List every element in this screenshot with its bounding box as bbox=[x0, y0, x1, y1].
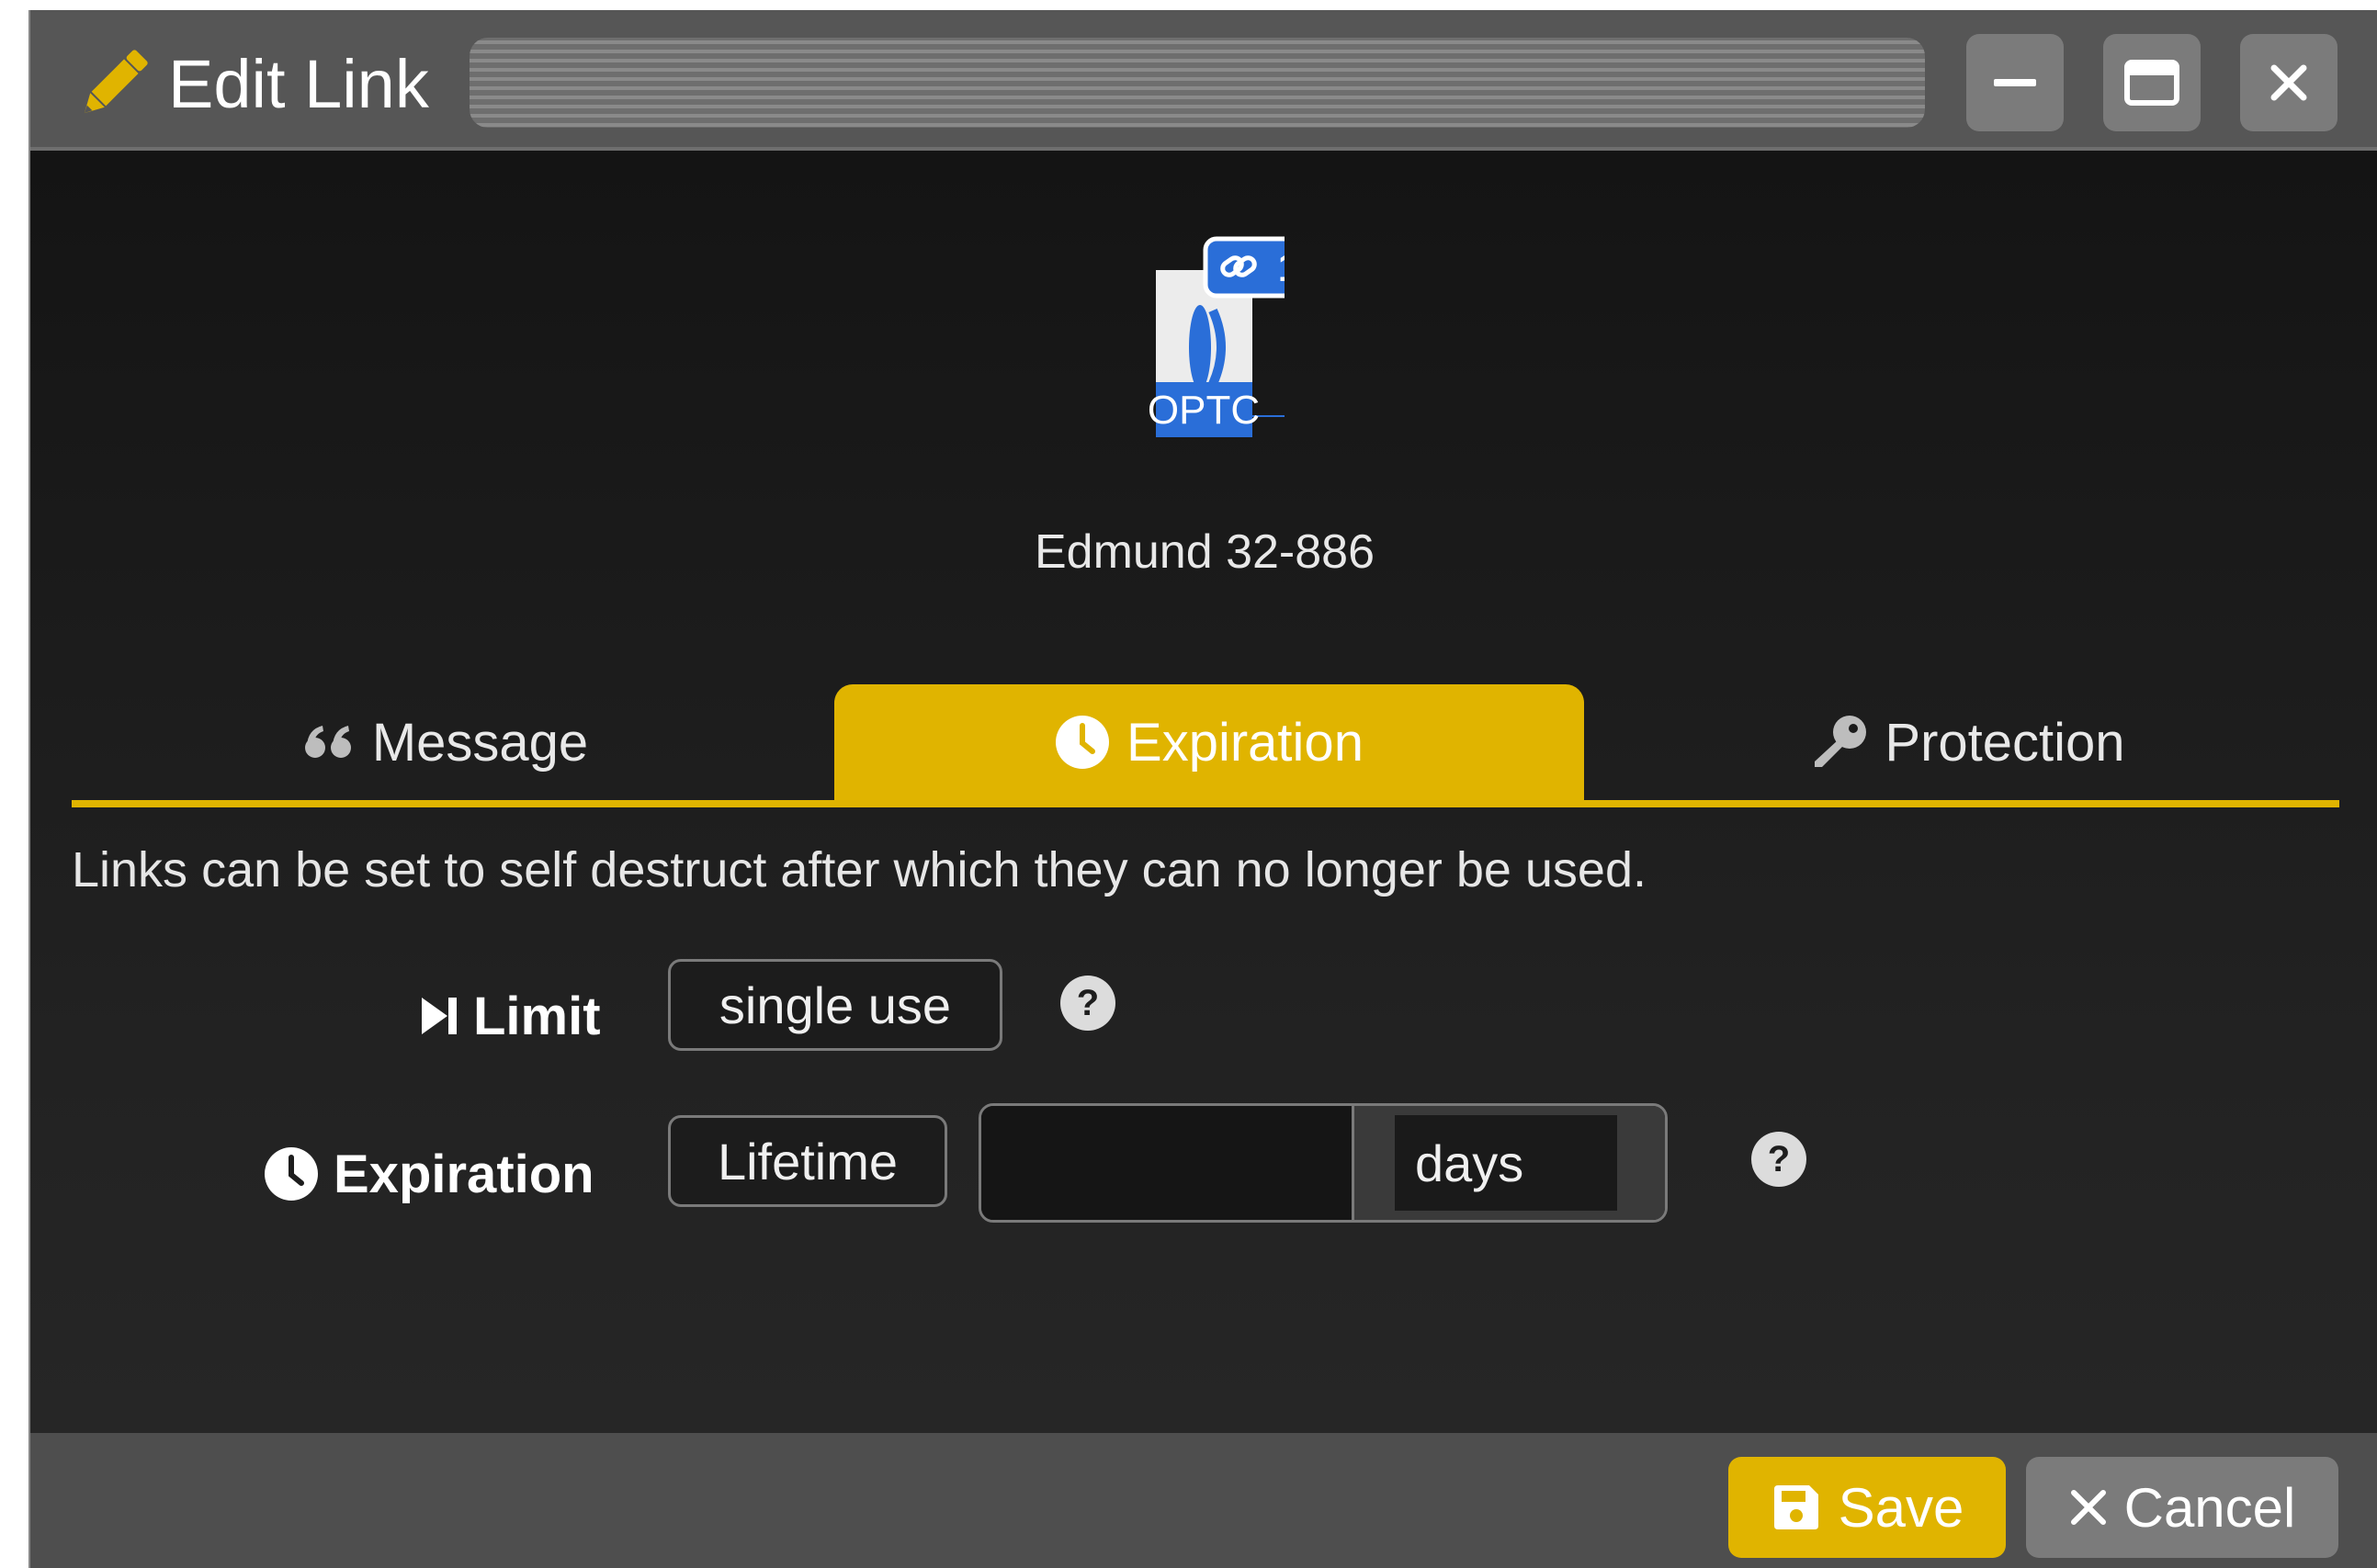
clock-icon bbox=[1056, 716, 1110, 769]
title-drag-handle[interactable] bbox=[470, 38, 1925, 128]
limit-label-text: Limit bbox=[473, 986, 601, 1046]
tab-protection-label: Protection bbox=[1885, 712, 2125, 773]
edit-link-dialog: Edit Link OPTC Edmund 32-886 Message Exp… bbox=[28, 10, 2377, 1568]
expiration-amount-group: days bbox=[979, 1103, 1668, 1223]
quote-icon bbox=[304, 726, 351, 758]
save-button-label: Save bbox=[1838, 1476, 1964, 1539]
dialog-content: OPTC 1 Edmund 32-886 Message bbox=[30, 151, 2377, 1433]
expiration-label: Expiration bbox=[264, 1137, 594, 1211]
pencil-icon bbox=[84, 50, 148, 114]
tab-protection[interactable]: Protection bbox=[1597, 684, 2339, 800]
close-icon bbox=[2270, 64, 2307, 101]
tab-message-label: Message bbox=[371, 712, 589, 773]
expiration-amount-input[interactable] bbox=[981, 1106, 1354, 1220]
unit-addon: days bbox=[1354, 1106, 1665, 1220]
expiration-label-text: Expiration bbox=[334, 1144, 594, 1204]
cancel-button-label: Cancel bbox=[2123, 1476, 2296, 1539]
limit-help-icon[interactable]: ? bbox=[1060, 976, 1115, 1031]
save-button[interactable]: Save bbox=[1728, 1457, 2006, 1558]
file-type-label: OPTC bbox=[1148, 388, 1260, 433]
maximize-button[interactable] bbox=[2103, 34, 2201, 131]
expiration-help-icon[interactable]: ? bbox=[1751, 1132, 1806, 1187]
tab-message[interactable]: Message bbox=[72, 684, 821, 800]
file-name: Edmund 32-886 bbox=[1034, 525, 1375, 579]
optc-file-icon: OPTC 1 bbox=[1148, 236, 1285, 437]
tab-expiration-label: Expiration bbox=[1126, 712, 1364, 773]
floppy-disk-icon bbox=[1773, 1485, 1818, 1529]
dialog-footer: Save Cancel bbox=[30, 1433, 2377, 1568]
limit-label: Limit bbox=[420, 979, 601, 1053]
close-button[interactable] bbox=[2240, 34, 2337, 131]
lifetime-button[interactable]: Lifetime bbox=[668, 1115, 947, 1207]
close-icon bbox=[2070, 1490, 2106, 1525]
maximize-icon bbox=[2124, 60, 2179, 106]
expiration-description: Links can be set to self destruct after … bbox=[72, 842, 1647, 897]
minimize-button[interactable] bbox=[1966, 34, 2064, 131]
minimize-icon bbox=[1994, 79, 2036, 86]
tab-expiration[interactable]: Expiration bbox=[834, 684, 1584, 800]
link-count: 1 bbox=[1278, 245, 1285, 290]
tab-bar: Message Expiration Protection bbox=[72, 684, 2339, 807]
window-title: Edit Link bbox=[168, 46, 429, 122]
clock-icon bbox=[265, 1147, 318, 1201]
link-count-badge bbox=[1203, 236, 1285, 299]
title-bar[interactable]: Edit Link bbox=[30, 10, 2377, 151]
limit-value-button[interactable]: single use bbox=[668, 959, 1002, 1051]
tab-underline bbox=[72, 800, 2339, 807]
key-icon bbox=[1815, 716, 1867, 767]
cancel-button[interactable]: Cancel bbox=[2026, 1457, 2338, 1558]
step-forward-icon bbox=[422, 998, 457, 1034]
unit-select[interactable]: days bbox=[1395, 1115, 1617, 1211]
